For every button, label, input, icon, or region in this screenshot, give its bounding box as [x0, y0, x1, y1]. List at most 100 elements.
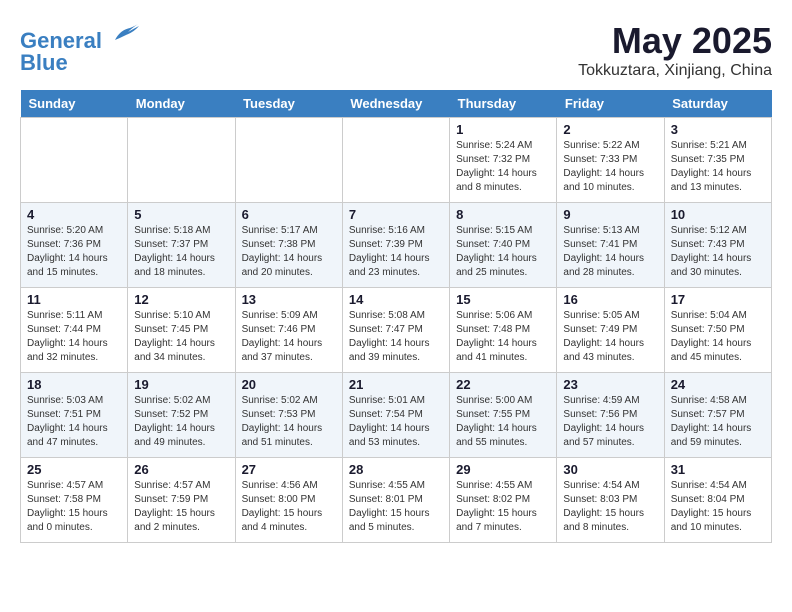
calendar-cell: 26 Sunrise: 4:57 AM Sunset: 7:59 PM Dayli…: [128, 458, 235, 543]
day-info: Sunrise: 4:58 AM Sunset: 7:57 PM Dayligh…: [671, 394, 765, 450]
calendar-cell: 3 Sunrise: 5:21 AM Sunset: 7:35 PM Daylig…: [664, 118, 771, 203]
calendar-cell: 14Sunrise: 5:08 AM Sunset: 7:47 PM Dayli…: [342, 288, 449, 373]
day-number: 30: [563, 462, 657, 477]
calendar-cell: 20 Sunrise: 5:02 AM Sunset: 7:53 PM Dayli…: [235, 373, 342, 458]
day-info: Sunrise: 4:55 AM Sunset: 8:01 PM Dayligh…: [349, 479, 443, 535]
day-number: 17: [671, 292, 765, 307]
calendar-cell: 8Sunrise: 5:15 AM Sunset: 7:40 PM Daylig…: [450, 203, 557, 288]
day-number: 28: [349, 462, 443, 477]
week-row-4: 18Sunrise: 5:03 AM Sunset: 7:51 PM Dayli…: [21, 373, 772, 458]
day-number: 13: [242, 292, 336, 307]
page-header: General Blue May 2025 Tokkuztara, Xinjia…: [20, 20, 772, 80]
day-number: 16: [563, 292, 657, 307]
day-number: 12: [134, 292, 228, 307]
day-number: 4: [27, 207, 121, 222]
day-info: Sunrise: 5:18 AM Sunset: 7:37 PM Dayligh…: [134, 224, 228, 280]
day-info: Sunrise: 5:00 AM Sunset: 7:55 PM Dayligh…: [456, 394, 550, 450]
day-number: 19: [134, 377, 228, 392]
calendar-cell: 21Sunrise: 5:01 AM Sunset: 7:54 PM Dayli…: [342, 373, 449, 458]
calendar-cell: 12 Sunrise: 5:10 AM Sunset: 7:45 PM Dayli…: [128, 288, 235, 373]
day-number: 22: [456, 377, 550, 392]
logo-text: General: [20, 20, 140, 52]
day-info: Sunrise: 5:09 AM Sunset: 7:46 PM Dayligh…: [242, 309, 336, 365]
day-number: 29: [456, 462, 550, 477]
day-info: Sunrise: 5:06 AM Sunset: 7:48 PM Dayligh…: [456, 309, 550, 365]
calendar-table: SundayMondayTuesdayWednesdayThursdayFrid…: [20, 90, 772, 543]
calendar-cell: 9Sunrise: 5:13 AM Sunset: 7:41 PM Daylig…: [557, 203, 664, 288]
day-info: Sunrise: 4:59 AM Sunset: 7:56 PM Dayligh…: [563, 394, 657, 450]
day-info: Sunrise: 5:20 AM Sunset: 7:36 PM Dayligh…: [27, 224, 121, 280]
day-info: Sunrise: 4:54 AM Sunset: 8:04 PM Dayligh…: [671, 479, 765, 535]
day-number: 9: [563, 207, 657, 222]
title-block: May 2025 Tokkuztara, Xinjiang, China: [578, 20, 772, 80]
day-info: Sunrise: 5:08 AM Sunset: 7:47 PM Dayligh…: [349, 309, 443, 365]
logo-blue-text: Blue: [20, 52, 140, 74]
calendar-cell: 10 Sunrise: 5:12 AM Sunset: 7:43 PM Dayli…: [664, 203, 771, 288]
week-row-3: 11 Sunrise: 5:11 AM Sunset: 7:44 PM Dayli…: [21, 288, 772, 373]
day-info: Sunrise: 5:05 AM Sunset: 7:49 PM Dayligh…: [563, 309, 657, 365]
calendar-cell: [342, 118, 449, 203]
calendar-cell: 30 Sunrise: 4:54 AM Sunset: 8:03 PM Dayli…: [557, 458, 664, 543]
weekday-header-saturday: Saturday: [664, 90, 771, 118]
day-info: Sunrise: 5:11 AM Sunset: 7:44 PM Dayligh…: [27, 309, 121, 365]
calendar-cell: 16 Sunrise: 5:05 AM Sunset: 7:49 PM Dayli…: [557, 288, 664, 373]
day-info: Sunrise: 4:55 AM Sunset: 8:02 PM Dayligh…: [456, 479, 550, 535]
calendar-cell: 15Sunrise: 5:06 AM Sunset: 7:48 PM Dayli…: [450, 288, 557, 373]
logo-bird-icon: [110, 20, 140, 48]
calendar-cell: 18Sunrise: 5:03 AM Sunset: 7:51 PM Dayli…: [21, 373, 128, 458]
day-number: 8: [456, 207, 550, 222]
calendar-cell: 31 Sunrise: 4:54 AM Sunset: 8:04 PM Dayli…: [664, 458, 771, 543]
calendar-cell: [128, 118, 235, 203]
day-number: 27: [242, 462, 336, 477]
month-year-title: May 2025: [578, 20, 772, 62]
day-number: 10: [671, 207, 765, 222]
week-row-1: 1 Sunrise: 5:24 AM Sunset: 7:32 PM Daylig…: [21, 118, 772, 203]
day-info: Sunrise: 5:21 AM Sunset: 7:35 PM Dayligh…: [671, 139, 765, 195]
weekday-header-row: SundayMondayTuesdayWednesdayThursdayFrid…: [21, 90, 772, 118]
day-info: Sunrise: 5:17 AM Sunset: 7:38 PM Dayligh…: [242, 224, 336, 280]
calendar-cell: 13 Sunrise: 5:09 AM Sunset: 7:46 PM Dayli…: [235, 288, 342, 373]
day-number: 20: [242, 377, 336, 392]
day-number: 3: [671, 122, 765, 137]
calendar-cell: 25 Sunrise: 4:57 AM Sunset: 7:58 PM Dayli…: [21, 458, 128, 543]
day-info: Sunrise: 5:03 AM Sunset: 7:51 PM Dayligh…: [27, 394, 121, 450]
calendar-cell: [21, 118, 128, 203]
day-number: 25: [27, 462, 121, 477]
day-number: 2: [563, 122, 657, 137]
calendar-cell: 17Sunrise: 5:04 AM Sunset: 7:50 PM Dayli…: [664, 288, 771, 373]
week-row-5: 25 Sunrise: 4:57 AM Sunset: 7:58 PM Dayli…: [21, 458, 772, 543]
day-number: 21: [349, 377, 443, 392]
weekday-header-friday: Friday: [557, 90, 664, 118]
calendar-cell: 5 Sunrise: 5:18 AM Sunset: 7:37 PM Daylig…: [128, 203, 235, 288]
day-number: 1: [456, 122, 550, 137]
day-info: Sunrise: 5:10 AM Sunset: 7:45 PM Dayligh…: [134, 309, 228, 365]
day-info: Sunrise: 5:02 AM Sunset: 7:52 PM Dayligh…: [134, 394, 228, 450]
weekday-header-thursday: Thursday: [450, 90, 557, 118]
calendar-cell: 19 Sunrise: 5:02 AM Sunset: 7:52 PM Dayli…: [128, 373, 235, 458]
day-info: Sunrise: 5:24 AM Sunset: 7:32 PM Dayligh…: [456, 139, 550, 195]
day-info: Sunrise: 5:16 AM Sunset: 7:39 PM Dayligh…: [349, 224, 443, 280]
day-info: Sunrise: 4:57 AM Sunset: 7:58 PM Dayligh…: [27, 479, 121, 535]
day-info: Sunrise: 5:12 AM Sunset: 7:43 PM Dayligh…: [671, 224, 765, 280]
week-row-2: 4 Sunrise: 5:20 AM Sunset: 7:36 PM Daylig…: [21, 203, 772, 288]
day-number: 31: [671, 462, 765, 477]
weekday-header-sunday: Sunday: [21, 90, 128, 118]
day-number: 26: [134, 462, 228, 477]
day-info: Sunrise: 5:02 AM Sunset: 7:53 PM Dayligh…: [242, 394, 336, 450]
day-info: Sunrise: 4:56 AM Sunset: 8:00 PM Dayligh…: [242, 479, 336, 535]
day-info: Sunrise: 4:54 AM Sunset: 8:03 PM Dayligh…: [563, 479, 657, 535]
calendar-cell: 2 Sunrise: 5:22 AM Sunset: 7:33 PM Daylig…: [557, 118, 664, 203]
calendar-cell: 24 Sunrise: 4:58 AM Sunset: 7:57 PM Dayli…: [664, 373, 771, 458]
calendar-cell: 6 Sunrise: 5:17 AM Sunset: 7:38 PM Daylig…: [235, 203, 342, 288]
day-number: 11: [27, 292, 121, 307]
calendar-cell: 22 Sunrise: 5:00 AM Sunset: 7:55 PM Dayli…: [450, 373, 557, 458]
day-info: Sunrise: 5:22 AM Sunset: 7:33 PM Dayligh…: [563, 139, 657, 195]
day-number: 24: [671, 377, 765, 392]
calendar-cell: 23Sunrise: 4:59 AM Sunset: 7:56 PM Dayli…: [557, 373, 664, 458]
calendar-cell: 1 Sunrise: 5:24 AM Sunset: 7:32 PM Daylig…: [450, 118, 557, 203]
calendar-cell: 27 Sunrise: 4:56 AM Sunset: 8:00 PM Dayli…: [235, 458, 342, 543]
day-number: 5: [134, 207, 228, 222]
logo: General Blue: [20, 20, 140, 74]
day-number: 6: [242, 207, 336, 222]
day-info: Sunrise: 4:57 AM Sunset: 7:59 PM Dayligh…: [134, 479, 228, 535]
